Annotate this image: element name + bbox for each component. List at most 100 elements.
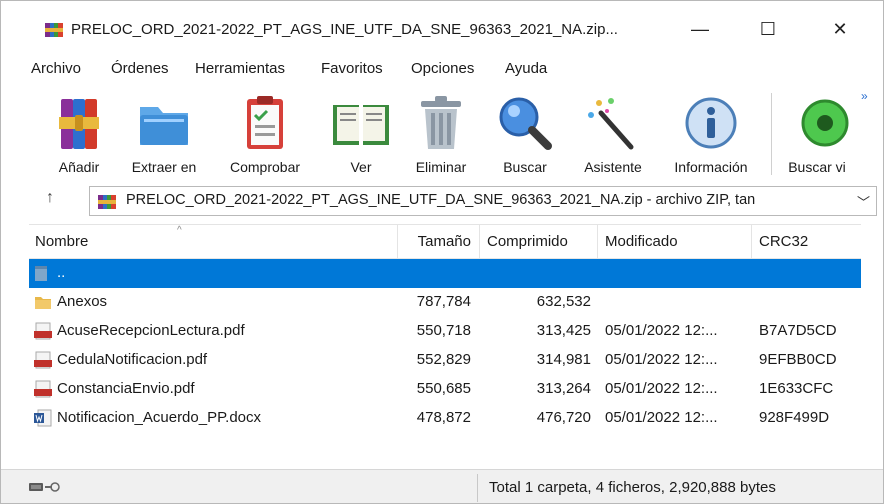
path-text: PRELOC_ORD_2021-2022_PT_AGS_INE_UTF_DA_S… — [126, 192, 756, 208]
row-name: Anexos — [57, 293, 108, 310]
table-row[interactable]: Notificacion_Acuerdo_PP.docx 478,872 476… — [29, 404, 861, 433]
test-label: Comprobar — [229, 159, 301, 175]
find-button[interactable]: Buscar — [487, 85, 563, 181]
pdf-icon — [34, 351, 52, 369]
row-name: Notificacion_Acuerdo_PP.docx — [57, 409, 262, 426]
toolbar-overflow-button[interactable]: » — [861, 89, 868, 103]
status-summary: Total 1 carpeta, 4 ficheros, 2,920,888 b… — [489, 479, 776, 496]
view-label: Ver — [350, 159, 372, 175]
open-book-icon — [333, 105, 389, 145]
maximize-button[interactable]: ☐ — [745, 13, 791, 45]
status-divider — [477, 474, 478, 502]
row-name: .. — [57, 264, 66, 281]
archive-file-icon — [98, 195, 116, 209]
winrar-app-icon — [45, 23, 63, 37]
row-size: 787,784 — [416, 293, 471, 310]
column-crc32[interactable]: CRC32 — [759, 233, 808, 250]
winrar-window: PRELOC_ORD_2021-2022_PT_AGS_INE_UTF_DA_S… — [0, 0, 884, 504]
column-divider — [479, 225, 480, 259]
column-divider — [597, 225, 598, 259]
menu-opciones[interactable]: Opciones — [411, 60, 474, 77]
window-title: PRELOC_ORD_2021-2022_PT_AGS_INE_UTF_DA_S… — [71, 21, 618, 38]
sort-ascending-icon: ^ — [177, 225, 182, 236]
column-divider — [397, 225, 398, 259]
path-combobox[interactable]: PRELOC_ORD_2021-2022_PT_AGS_INE_UTF_DA_S… — [89, 186, 877, 216]
word-doc-icon — [34, 409, 52, 427]
column-divider — [751, 225, 752, 259]
minimize-button[interactable]: — — [677, 13, 723, 45]
extract-label: Extraer en — [131, 159, 197, 175]
virus-scan-button[interactable]: Buscar vi — [777, 85, 857, 181]
row-packed: 476,720 — [536, 409, 591, 426]
row-packed: 314,981 — [536, 351, 591, 368]
row-modified: 05/01/2022 12:... — [605, 322, 718, 339]
column-modified[interactable]: Modificado — [605, 233, 678, 250]
row-size: 478,872 — [416, 409, 471, 426]
trash-bin-icon — [421, 96, 461, 149]
menu-favoritos[interactable]: Favoritos — [321, 60, 383, 77]
row-modified: 05/01/2022 12:... — [605, 409, 718, 426]
column-name[interactable]: Nombre — [35, 233, 88, 250]
column-size[interactable]: Tamaño — [405, 233, 471, 250]
row-size: 550,685 — [416, 380, 471, 397]
column-packed[interactable]: Comprimido — [487, 233, 568, 250]
folder-icon — [140, 107, 188, 145]
menu-archivo[interactable]: Archivo — [31, 60, 81, 77]
virus-scan-label: Buscar vi — [788, 159, 846, 175]
drive-key-icon — [29, 482, 60, 492]
row-size: 552,829 — [416, 351, 471, 368]
virus-scan-icon — [801, 99, 849, 147]
row-crc: 1E633CFC — [759, 380, 834, 397]
up-arrow-icon[interactable]: ↑ — [39, 189, 61, 213]
row-packed: 632,532 — [536, 293, 591, 310]
test-button[interactable]: Comprobar — [215, 85, 315, 181]
find-label: Buscar — [503, 159, 547, 175]
row-size: 550,718 — [416, 322, 471, 339]
extract-button[interactable]: Extraer en — [121, 85, 207, 181]
toolbar-separator — [771, 93, 772, 175]
row-crc: B7A7D5CD — [759, 322, 837, 339]
pdf-icon — [34, 380, 52, 398]
menu-bar: Archivo Órdenes Herramientas Favoritos O… — [1, 57, 883, 83]
info-icon — [685, 97, 737, 149]
title-bar[interactable]: PRELOC_ORD_2021-2022_PT_AGS_INE_UTF_DA_S… — [1, 1, 883, 55]
close-button[interactable]: ✕ — [817, 13, 863, 45]
folder-icon — [35, 297, 51, 309]
magnifier-icon — [499, 97, 552, 150]
clipboard-check-icon — [247, 96, 283, 149]
list-header: ^ Nombre Tamaño Comprimido Modificado CR… — [29, 225, 861, 259]
add-label: Añadir — [58, 159, 100, 175]
add-button[interactable]: Añadir — [39, 85, 119, 181]
table-row[interactable]: AcuseRecepcionLectura.pdf 550,718 313,42… — [29, 317, 861, 346]
row-modified: 05/01/2022 12:... — [605, 351, 718, 368]
menu-ordenes[interactable]: Órdenes — [111, 60, 169, 77]
row-name: ConstanciaEnvio.pdf — [57, 380, 195, 397]
info-label: Información — [674, 159, 748, 175]
row-packed: 313,264 — [536, 380, 591, 397]
delete-label: Eliminar — [415, 159, 467, 175]
toolbar: Añadir Extraer en Comprobar Ver Eliminar… — [1, 85, 883, 181]
row-crc: 9EFBB0CD — [759, 351, 837, 368]
row-name: CedulaNotificacion.pdf — [57, 351, 208, 368]
info-button[interactable]: Información — [659, 85, 763, 181]
wizard-button[interactable]: Asistente — [571, 85, 655, 181]
chevron-down-icon[interactable]: ﹀ — [857, 192, 870, 211]
table-row-parent[interactable]: .. — [29, 259, 861, 288]
pdf-icon — [34, 322, 52, 340]
file-list[interactable]: ^ Nombre Tamaño Comprimido Modificado CR… — [29, 224, 861, 460]
menu-ayuda[interactable]: Ayuda — [505, 60, 547, 77]
row-crc: 928F499D — [759, 409, 830, 426]
row-name: AcuseRecepcionLectura.pdf — [57, 322, 245, 339]
wizard-label: Asistente — [584, 159, 642, 175]
parent-folder-icon — [35, 266, 47, 281]
menu-herramientas[interactable]: Herramientas — [195, 60, 285, 77]
table-row[interactable]: CedulaNotificacion.pdf 552,829 314,981 0… — [29, 346, 861, 375]
address-bar: ↑ PRELOC_ORD_2021-2022_PT_AGS_INE_UTF_DA… — [1, 183, 883, 219]
winrar-books-icon — [59, 99, 99, 149]
table-row[interactable]: Anexos 787,784 632,532 — [29, 288, 861, 317]
row-modified: 05/01/2022 12:... — [605, 380, 718, 397]
delete-button[interactable]: Eliminar — [403, 85, 479, 181]
view-button[interactable]: Ver — [323, 85, 399, 181]
row-packed: 313,425 — [536, 322, 591, 339]
table-row[interactable]: ConstanciaEnvio.pdf 550,685 313,264 05/0… — [29, 375, 861, 404]
